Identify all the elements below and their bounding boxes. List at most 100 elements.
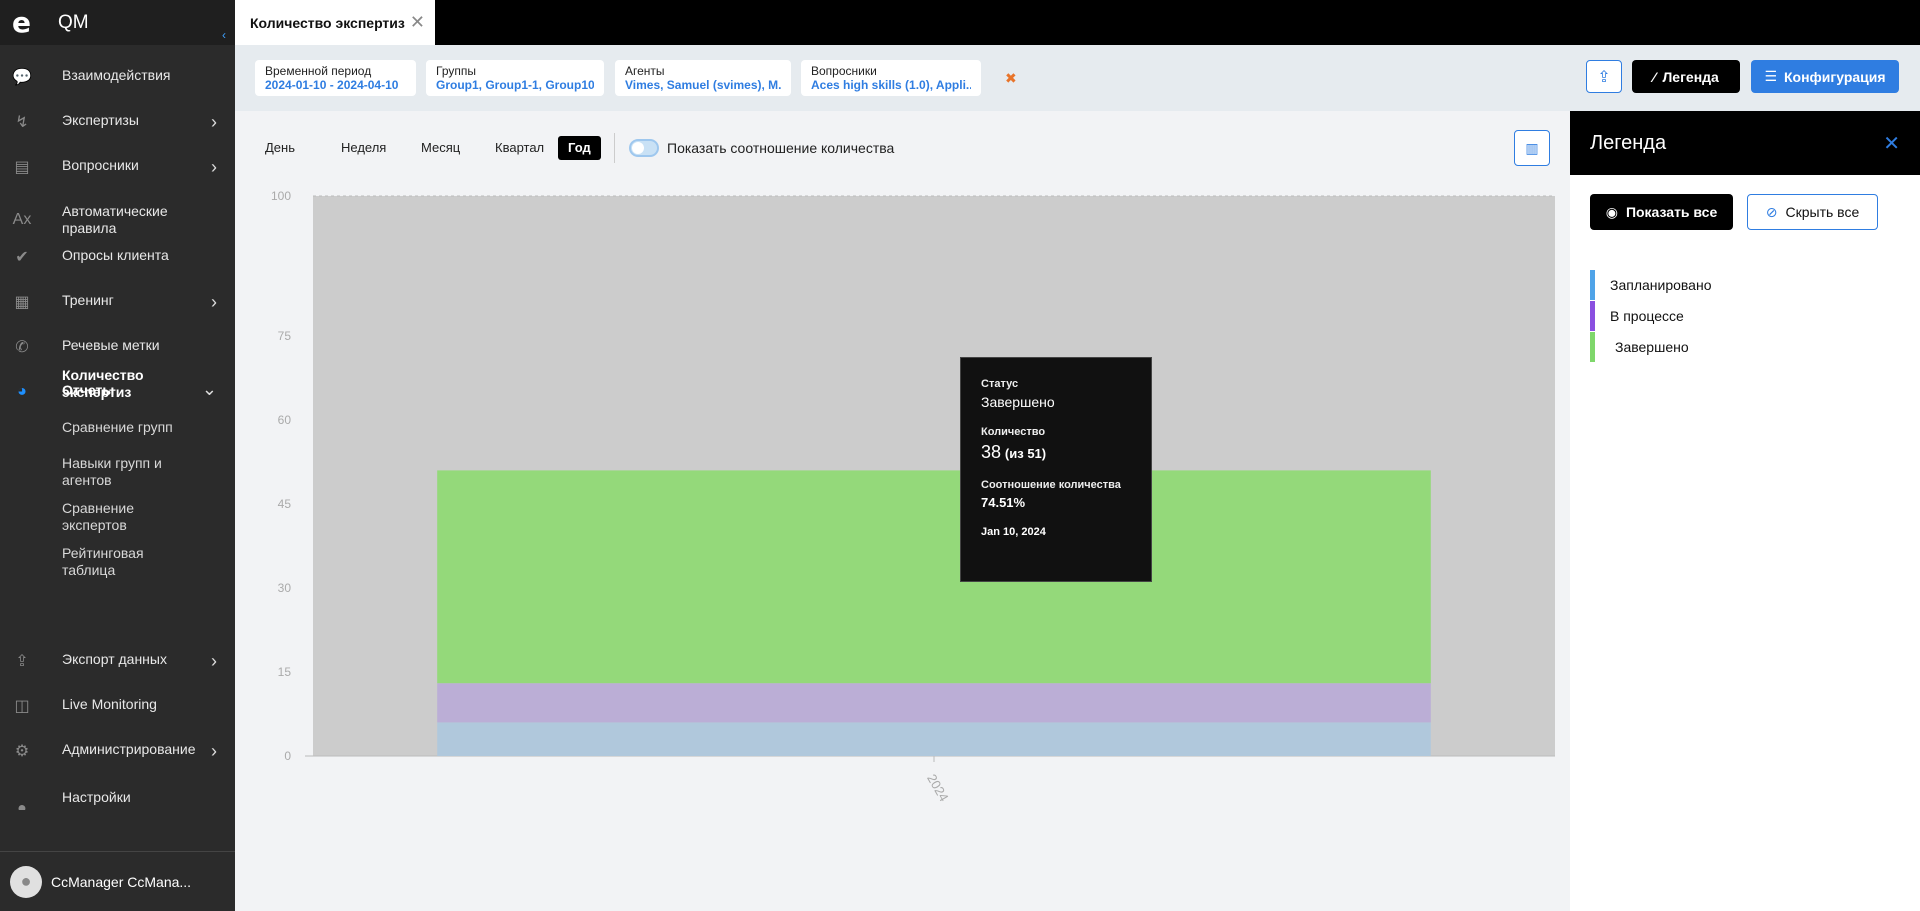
sidebar-item-training[interactable]: ▦ Тренинг › (0, 292, 235, 312)
eye-off-icon: ⊘ (1765, 203, 1778, 220)
wand-icon: ⁄ (1653, 68, 1656, 85)
configuration-button[interactable]: ☰ Конфигурация (1751, 60, 1899, 93)
tooltip-count-value: 38 (981, 442, 1002, 462)
report-subitem[interactable]: Сравнение экспертов (62, 500, 182, 534)
report-subitem[interactable]: Сравнение групп (62, 419, 182, 436)
pie-chart-icon: ◕ (17, 383, 27, 400)
filter-value: Aces high skills (1.0), Appli... (811, 78, 971, 92)
brand: e QM (0, 0, 235, 45)
filter-questionnaires[interactable]: Вопросники Aces high skills (1.0), Appli… (801, 60, 981, 96)
sidebar-item-monitor[interactable]: ◫ Live Monitoring (0, 696, 235, 716)
sidebar-item-label: Live Monitoring (62, 696, 157, 712)
tooltip-ratio-value: 74.51% (981, 495, 1026, 510)
show-all-label: Показать все (1625, 204, 1718, 220)
filter-agents[interactable]: Агенты Vimes, Samuel (svimes), M... (615, 60, 791, 96)
collapse-sidebar-icon[interactable]: ‹ (222, 28, 226, 42)
tab-label: Количество экспертиз (250, 14, 405, 31)
export-button[interactable]: ⇪ (1586, 60, 1622, 93)
legend-item-label: Завершено (1615, 339, 1689, 355)
bar-segment-0 (437, 722, 1431, 756)
sidebar-item-evaluation[interactable]: ↯ Экспертизы › (0, 112, 235, 132)
legend-button[interactable]: ⁄ Легенда (1632, 60, 1740, 93)
bar-segment-1 (437, 683, 1431, 723)
filter-bar: Временной период 2024-01-10 - 2024-04-10… (235, 45, 1920, 111)
filter-time-period[interactable]: Временной период 2024-01-10 - 2024-04-10 (255, 60, 416, 96)
y-tick-label: 100 (271, 189, 291, 203)
sidebar-item-survey[interactable]: ✔ Опросы клиента (0, 247, 235, 267)
sidebar-item-upload[interactable]: ⇪ Экспорт данных › (0, 651, 235, 671)
tooltip-ratio-label: Соотношение количества (981, 479, 1121, 491)
tooltip-status-label: Статус (981, 378, 1019, 390)
clear-filters-icon[interactable]: ✖ (1005, 70, 1017, 87)
hide-all-button[interactable]: ⊘ Скрыть все (1747, 194, 1878, 230)
app-logo: e (12, 6, 31, 39)
sidebar-item-label: Речевые метки (62, 337, 160, 353)
sidebar-item-label: Опросы клиента (62, 247, 169, 263)
tab-evaluation-count[interactable]: Количество экспертиз ✕ (235, 0, 435, 45)
auto-rules-icon: Ax (12, 211, 32, 228)
evaluation-count-chart: 0 15 30 45 60 75 100 2024 (271, 189, 1555, 804)
report-subitem[interactable]: Количество экспертиз (62, 367, 162, 401)
filter-groups[interactable]: Группы Group1, Group1-1, Group10... (426, 60, 604, 96)
sidebar-item-phone[interactable]: ✆ Речевые метки (0, 337, 235, 357)
legend-item-completed[interactable]: Завершено (1590, 332, 1689, 362)
legend-item-in-progress[interactable]: В процессе (1590, 301, 1684, 331)
chevron-right-icon: › (211, 157, 217, 177)
training-icon: ▦ (14, 294, 30, 311)
sidebar-item-document[interactable]: ▤ Вопросники › (0, 157, 235, 177)
user-icon: ● (17, 800, 27, 810)
chart-tooltip: Статус Завершено Количество 38 (из 51) С… (960, 357, 1152, 582)
sidebar-item-label: Настройки пользователя (ccmanager) (62, 789, 151, 810)
configuration-button-label: Конфигурация (1784, 68, 1886, 85)
sidebar-item-label: Вопросники (62, 157, 139, 173)
phone-icon: ✆ (15, 339, 29, 356)
sidebar-item-gear[interactable]: ⚙ Администрирование › (0, 741, 235, 761)
filter-label: Группы (436, 64, 476, 78)
sidebar-item-label: Автоматические правила (62, 203, 168, 236)
sidebar-item-chat[interactable]: 💬 Взаимодействия (0, 67, 235, 87)
legend-item-planned[interactable]: Запланировано (1590, 270, 1712, 300)
y-tick-label: 60 (278, 413, 292, 427)
legend-button-label: Легенда (1662, 68, 1719, 85)
report-subitem[interactable]: Навыки групп и агентов (62, 455, 182, 489)
hide-all-label: Скрыть все (1785, 204, 1860, 220)
chevron-right-icon: › (211, 651, 217, 671)
chevron-down-icon: ⌄ (201, 379, 217, 399)
chevron-right-icon: › (211, 112, 217, 132)
filter-value: 2024-01-10 - 2024-04-10 (265, 78, 399, 92)
legend-title: Легенда (1590, 131, 1667, 154)
sidebar-item-user[interactable]: ● Настройки пользователя (ccmanager) (0, 789, 235, 810)
report-subitem[interactable]: Рейтинговая таблица (62, 545, 182, 579)
sliders-icon: ☰ (1764, 68, 1777, 84)
filter-label: Временной период (265, 64, 372, 78)
show-all-button[interactable]: ◉ Показать все (1590, 194, 1733, 230)
tooltip-date: Jan 10, 2024 (981, 526, 1046, 538)
sidebar-item-label: Взаимодействия (62, 67, 171, 83)
sidebar-nav: 💬 Взаимодействия ↯ Экспертизы › ▤ Вопросники › A… (0, 45, 235, 810)
legend-panel: Легенда ✕ ◉ Показать все ⊘ Скрыть все За… (1570, 111, 1920, 911)
y-tick-label: 0 (284, 749, 291, 763)
close-icon[interactable]: ✕ (1883, 131, 1900, 156)
avatar: ● (10, 865, 42, 898)
legend-header: Легенда (1570, 111, 1920, 175)
legend-swatch (1590, 332, 1595, 362)
tooltip-status-value: Завершено (981, 394, 1055, 410)
sidebar-item-auto-rules[interactable]: Ax Автоматические правила (0, 203, 235, 237)
gear-icon: ⚙ (14, 743, 30, 760)
sidebar-item-label: Тренинг (62, 292, 114, 308)
chevron-right-icon: › (211, 292, 217, 312)
filter-value: Vimes, Samuel (svimes), M... (625, 78, 781, 92)
tooltip-count: 38 (из 51) (981, 442, 1131, 463)
close-icon[interactable]: ✕ (410, 12, 425, 33)
monitor-icon: ◫ (14, 698, 30, 715)
x-tick-label: 2024 (924, 771, 951, 804)
tooltip-count-total: (из 51) (1004, 446, 1047, 461)
legend-item-label: В процессе (1610, 308, 1684, 324)
y-tick-label: 75 (278, 329, 292, 343)
report-main: День Неделя Месяц Квартал Год Показать с… (235, 111, 1570, 911)
user-profile[interactable]: ● CcManager CcMana... (0, 851, 235, 911)
filter-label: Вопросники (811, 64, 877, 78)
filter-value: Group1, Group1-1, Group10... (436, 78, 594, 92)
chevron-right-icon: › (211, 741, 217, 761)
tab-bar: Количество экспертиз ✕ (235, 0, 1920, 45)
